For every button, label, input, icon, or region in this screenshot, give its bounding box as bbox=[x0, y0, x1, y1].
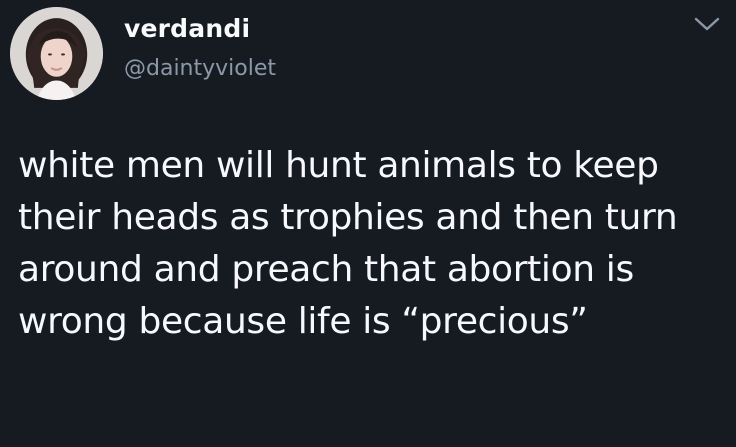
avatar[interactable] bbox=[10, 7, 103, 100]
user-handle[interactable]: @daintyviolet bbox=[124, 56, 276, 82]
display-name[interactable]: verdandi bbox=[124, 14, 250, 44]
chevron-down-icon[interactable] bbox=[694, 15, 720, 33]
tweet-card: verdandi @daintyviolet white men will hu… bbox=[0, 0, 736, 447]
tweet-text: white men will hunt animals to keep thei… bbox=[18, 145, 678, 342]
profile-avatar-icon bbox=[10, 7, 103, 100]
